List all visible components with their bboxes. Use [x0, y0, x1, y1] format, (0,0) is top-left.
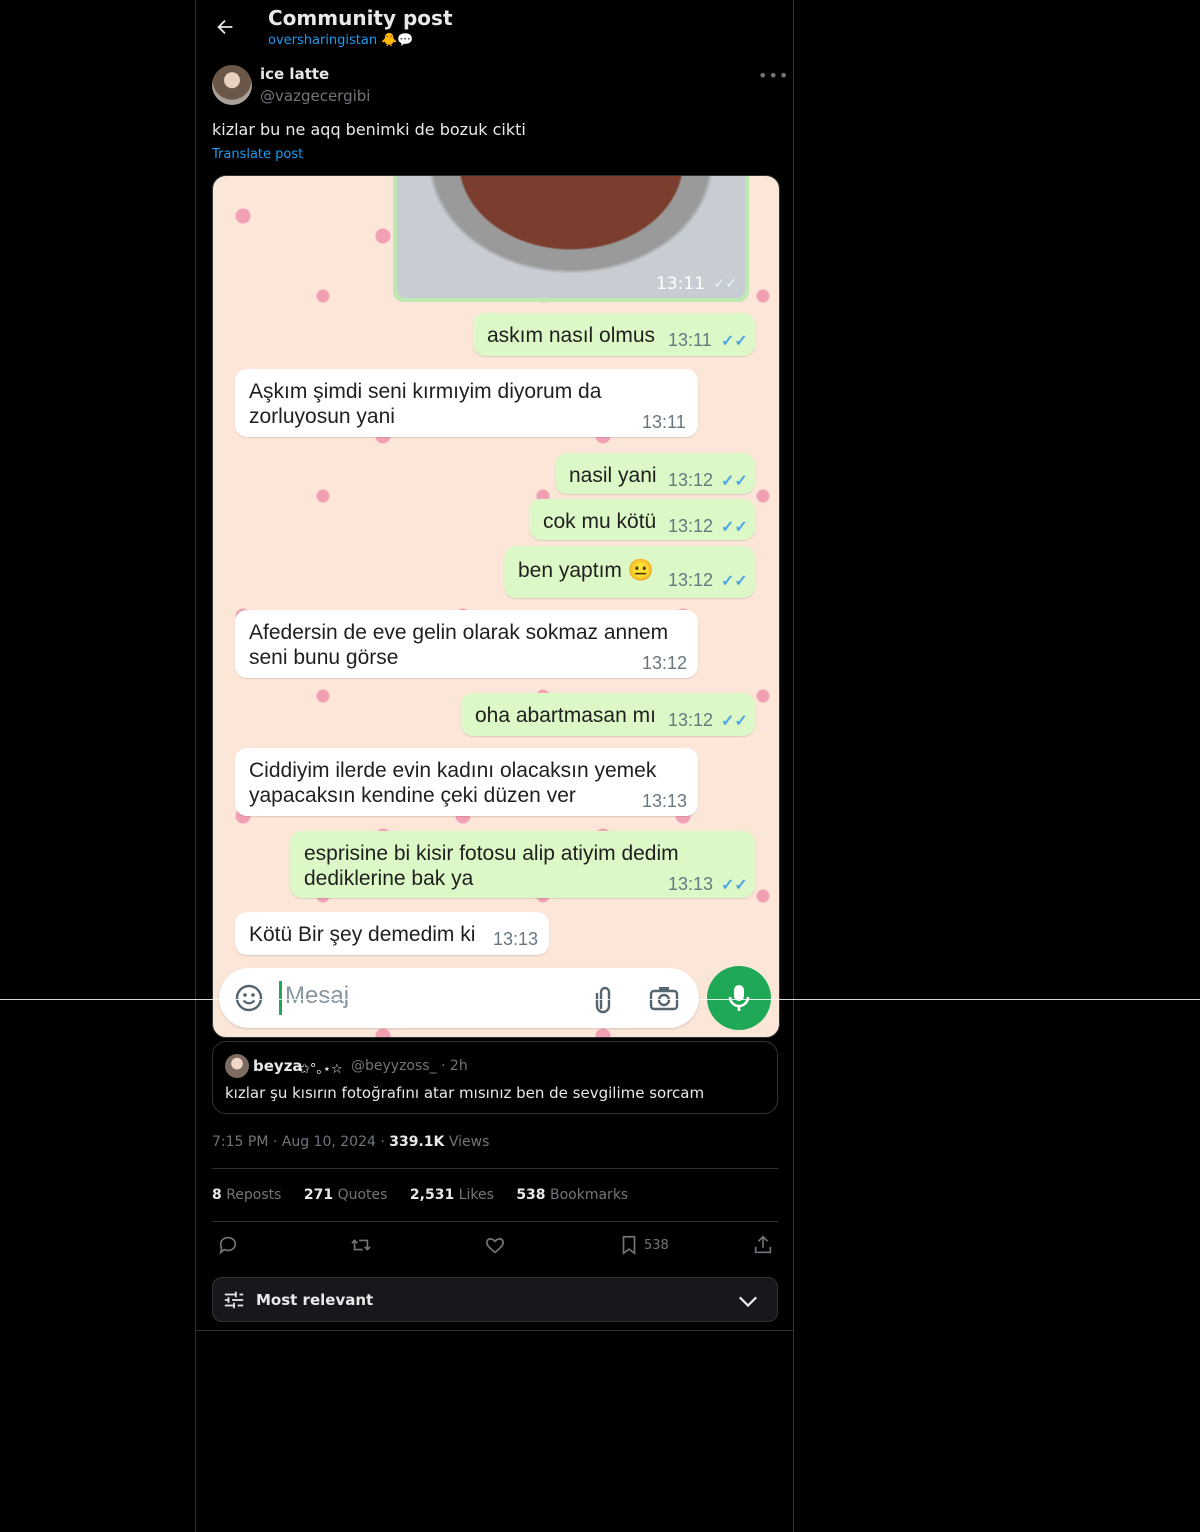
- read-ticks-icon: ✓✓: [721, 877, 748, 894]
- back-arrow-icon[interactable]: [214, 16, 236, 38]
- message-input-placeholder[interactable]: Mesaj: [285, 982, 349, 1010]
- quoted-post[interactable]: beyza ✩°｡⋆☆ @beyyzoss_ · 2h kızlar şu kı…: [212, 1041, 778, 1114]
- message-text-line: Afedersin de eve gelin olarak sokmaz ann…: [249, 621, 669, 644]
- message-text-line: Ciddiyim ilerde evin kadını olacaksın ye…: [249, 759, 657, 782]
- chat-message-in: Aşkım şimdi seni kırmıyim diyorum da zor…: [235, 369, 698, 437]
- emoji-icon[interactable]: [235, 984, 263, 1012]
- message-time: 13:12: [668, 516, 714, 536]
- message-text-line: esprisine bi kisir fotosu alip atiyim de…: [304, 842, 679, 865]
- reposts-stat[interactable]: 8 Reposts: [212, 1187, 281, 1203]
- bookmark-icon[interactable]: [618, 1234, 640, 1256]
- message-text: oha abartmasan mı: [475, 704, 656, 727]
- message-time: 13:12: [642, 653, 688, 673]
- sort-replies-dropdown[interactable]: Most relevant: [212, 1277, 778, 1322]
- message-text-line: dediklerine bak ya: [304, 867, 474, 890]
- read-ticks-icon: ✓✓: [721, 473, 748, 490]
- repost-icon[interactable]: [350, 1234, 372, 1256]
- chat-message-out: nasil yani 13:12 ✓✓: [555, 453, 755, 494]
- message-time: 13:12: [668, 470, 714, 490]
- read-ticks-icon: ✓✓: [721, 713, 748, 730]
- author-name[interactable]: ice latte: [260, 65, 329, 83]
- post-text: kizlar bu ne aqq benimki de bozuk cikti: [212, 120, 526, 139]
- food-photo-bubble: 13:11 ✓✓: [393, 176, 749, 302]
- microphone-button[interactable]: [707, 966, 771, 1030]
- share-icon[interactable]: [752, 1234, 774, 1256]
- message-text-line: Aşkım şimdi seni kırmıyim diyorum da: [249, 380, 602, 403]
- message-text-line: yapacaksın kendine çeki düzen ver: [249, 784, 576, 807]
- quoted-author-handle: @beyyzoss_ · 2h: [351, 1058, 468, 1074]
- post-timestamp[interactable]: 7:15 PM · Aug 10, 2024 ·: [212, 1134, 389, 1150]
- quoted-post-text: kızlar şu kısırın fotoğrafını atar mısın…: [225, 1084, 705, 1102]
- views-count: 339.1K: [389, 1134, 445, 1150]
- microphone-icon: [728, 985, 750, 1011]
- bookmark-count: 538: [644, 1238, 669, 1253]
- post-meta: 7:15 PM · Aug 10, 2024 · 339.1K Views: [212, 1134, 489, 1150]
- chat-message-in: Ciddiyim ilerde evin kadını olacaksın ye…: [235, 748, 698, 816]
- message-text: ben yaptım 😐: [518, 559, 654, 582]
- divider: [196, 1330, 793, 1331]
- text-cursor: [279, 981, 282, 1015]
- page-title: Community post: [268, 6, 453, 30]
- more-options-icon[interactable]: •••: [758, 66, 789, 85]
- chat-message-in: Afedersin de eve gelin olarak sokmaz ann…: [235, 610, 698, 678]
- chat-message-out: esprisine bi kisir fotosu alip atiyim de…: [290, 831, 755, 898]
- chevron-down-icon: [737, 1291, 759, 1311]
- message-time: 13:12: [668, 710, 714, 730]
- message-time: 13:11: [668, 330, 712, 350]
- message-text-line: seni bunu görse: [249, 646, 399, 669]
- quoted-author-decoration: ✩°｡⋆☆: [299, 1062, 343, 1077]
- divider: [212, 1221, 778, 1222]
- message-input-bar[interactable]: Mesaj: [219, 968, 699, 1028]
- translate-post-link[interactable]: Translate post: [212, 147, 303, 162]
- message-text: askım nasıl olmus: [487, 324, 656, 347]
- food-photo: 13:11 ✓✓: [397, 176, 745, 298]
- chat-message-out: askım nasıl olmus 13:11 ✓✓: [473, 313, 755, 356]
- main-column: Community post oversharingistan 🐥💬 ice l…: [195, 0, 794, 1532]
- read-ticks-icon: ✓✓: [721, 519, 748, 536]
- read-ticks-icon: ✓✓: [713, 276, 737, 292]
- post-image[interactable]: 13:11 ✓✓ askım nasıl olmus 13:11 ✓✓ Aşkı…: [212, 175, 780, 1038]
- read-ticks-icon: ✓✓: [721, 333, 748, 350]
- quoted-avatar: [225, 1054, 249, 1078]
- message-time: 13:13: [493, 929, 539, 949]
- avatar[interactable]: [212, 65, 252, 105]
- chat-message-in: Kötü Bir şey demedim ki 13:13: [235, 912, 549, 955]
- message-time: 13:13: [642, 791, 688, 811]
- post-stats: 8 Reposts 271 Quotes 2,531 Likes 538 Boo…: [212, 1187, 646, 1203]
- community-link[interactable]: oversharingistan 🐥💬: [268, 33, 414, 48]
- message-time: 13:11: [642, 412, 686, 432]
- sliders-icon: [223, 1289, 245, 1311]
- message-text: nasil yani: [569, 464, 657, 487]
- likes-stat[interactable]: 2,531 Likes: [410, 1187, 494, 1203]
- chat-message-out: ben yaptım 😐 13:12 ✓✓: [504, 546, 755, 598]
- quoted-author-name: beyza: [253, 1057, 303, 1075]
- message-text-line: zorluyosun yani: [249, 405, 395, 428]
- camera-icon[interactable]: [649, 985, 679, 1011]
- message-time: 13:11: [656, 274, 705, 294]
- bookmarks-stat[interactable]: 538 Bookmarks: [516, 1187, 628, 1203]
- views-label: Views: [444, 1134, 490, 1150]
- message-time: 13:13: [668, 874, 714, 894]
- message-time: 13:12: [668, 570, 714, 590]
- author-handle[interactable]: @vazgecergibi: [260, 87, 370, 105]
- message-text: cok mu kötü: [543, 510, 657, 533]
- like-icon[interactable]: [484, 1234, 506, 1256]
- divider: [212, 1168, 778, 1169]
- reply-icon[interactable]: [217, 1234, 239, 1256]
- chat-message-out: oha abartmasan mı 13:12 ✓✓: [461, 693, 755, 736]
- sort-label: Most relevant: [256, 1291, 374, 1309]
- read-ticks-icon: ✓✓: [721, 573, 748, 590]
- quotes-stat[interactable]: 271 Quotes: [304, 1187, 388, 1203]
- horizontal-rule: [0, 999, 1200, 1000]
- chat-message-out: cok mu kötü 13:12 ✓✓: [529, 499, 755, 540]
- message-text: Kötü Bir şey demedim ki: [249, 923, 476, 946]
